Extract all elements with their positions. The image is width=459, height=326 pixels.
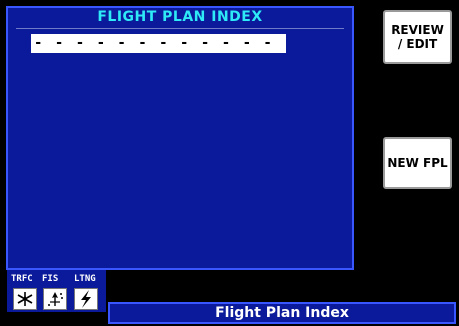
flight-plan-entry[interactable]: - - - - - - - - - - - - - - - - (31, 34, 286, 53)
lightning-icon[interactable] (74, 288, 98, 310)
new-fpl-label: NEW FPL (387, 156, 448, 170)
fis-weather-icon[interactable] (43, 288, 67, 310)
trfc-label: TRFC (11, 274, 33, 284)
status-icon-strip: TRFC FIS LTNG (7, 270, 106, 312)
mfd-screen: FLIGHT PLAN INDEX - - - - - - - - - - - … (0, 0, 459, 326)
panel-title: FLIGHT PLAN INDEX (97, 9, 263, 25)
review-edit-softkey[interactable]: REVIEW / EDIT (383, 10, 452, 64)
new-fpl-softkey[interactable]: NEW FPL (383, 137, 452, 189)
title-divider (16, 28, 344, 29)
traffic-icon[interactable] (13, 288, 37, 310)
page-title: Flight Plan Index (215, 305, 349, 321)
review-edit-label-line1: REVIEW (391, 23, 444, 37)
page-title-bar: Flight Plan Index (108, 302, 456, 324)
review-edit-label-line2: / EDIT (397, 37, 438, 51)
ltng-label: LTNG (74, 274, 96, 284)
flight-plan-index-panel: FLIGHT PLAN INDEX - - - - - - - - - - - … (6, 6, 354, 270)
fis-label: FIS (42, 274, 59, 284)
